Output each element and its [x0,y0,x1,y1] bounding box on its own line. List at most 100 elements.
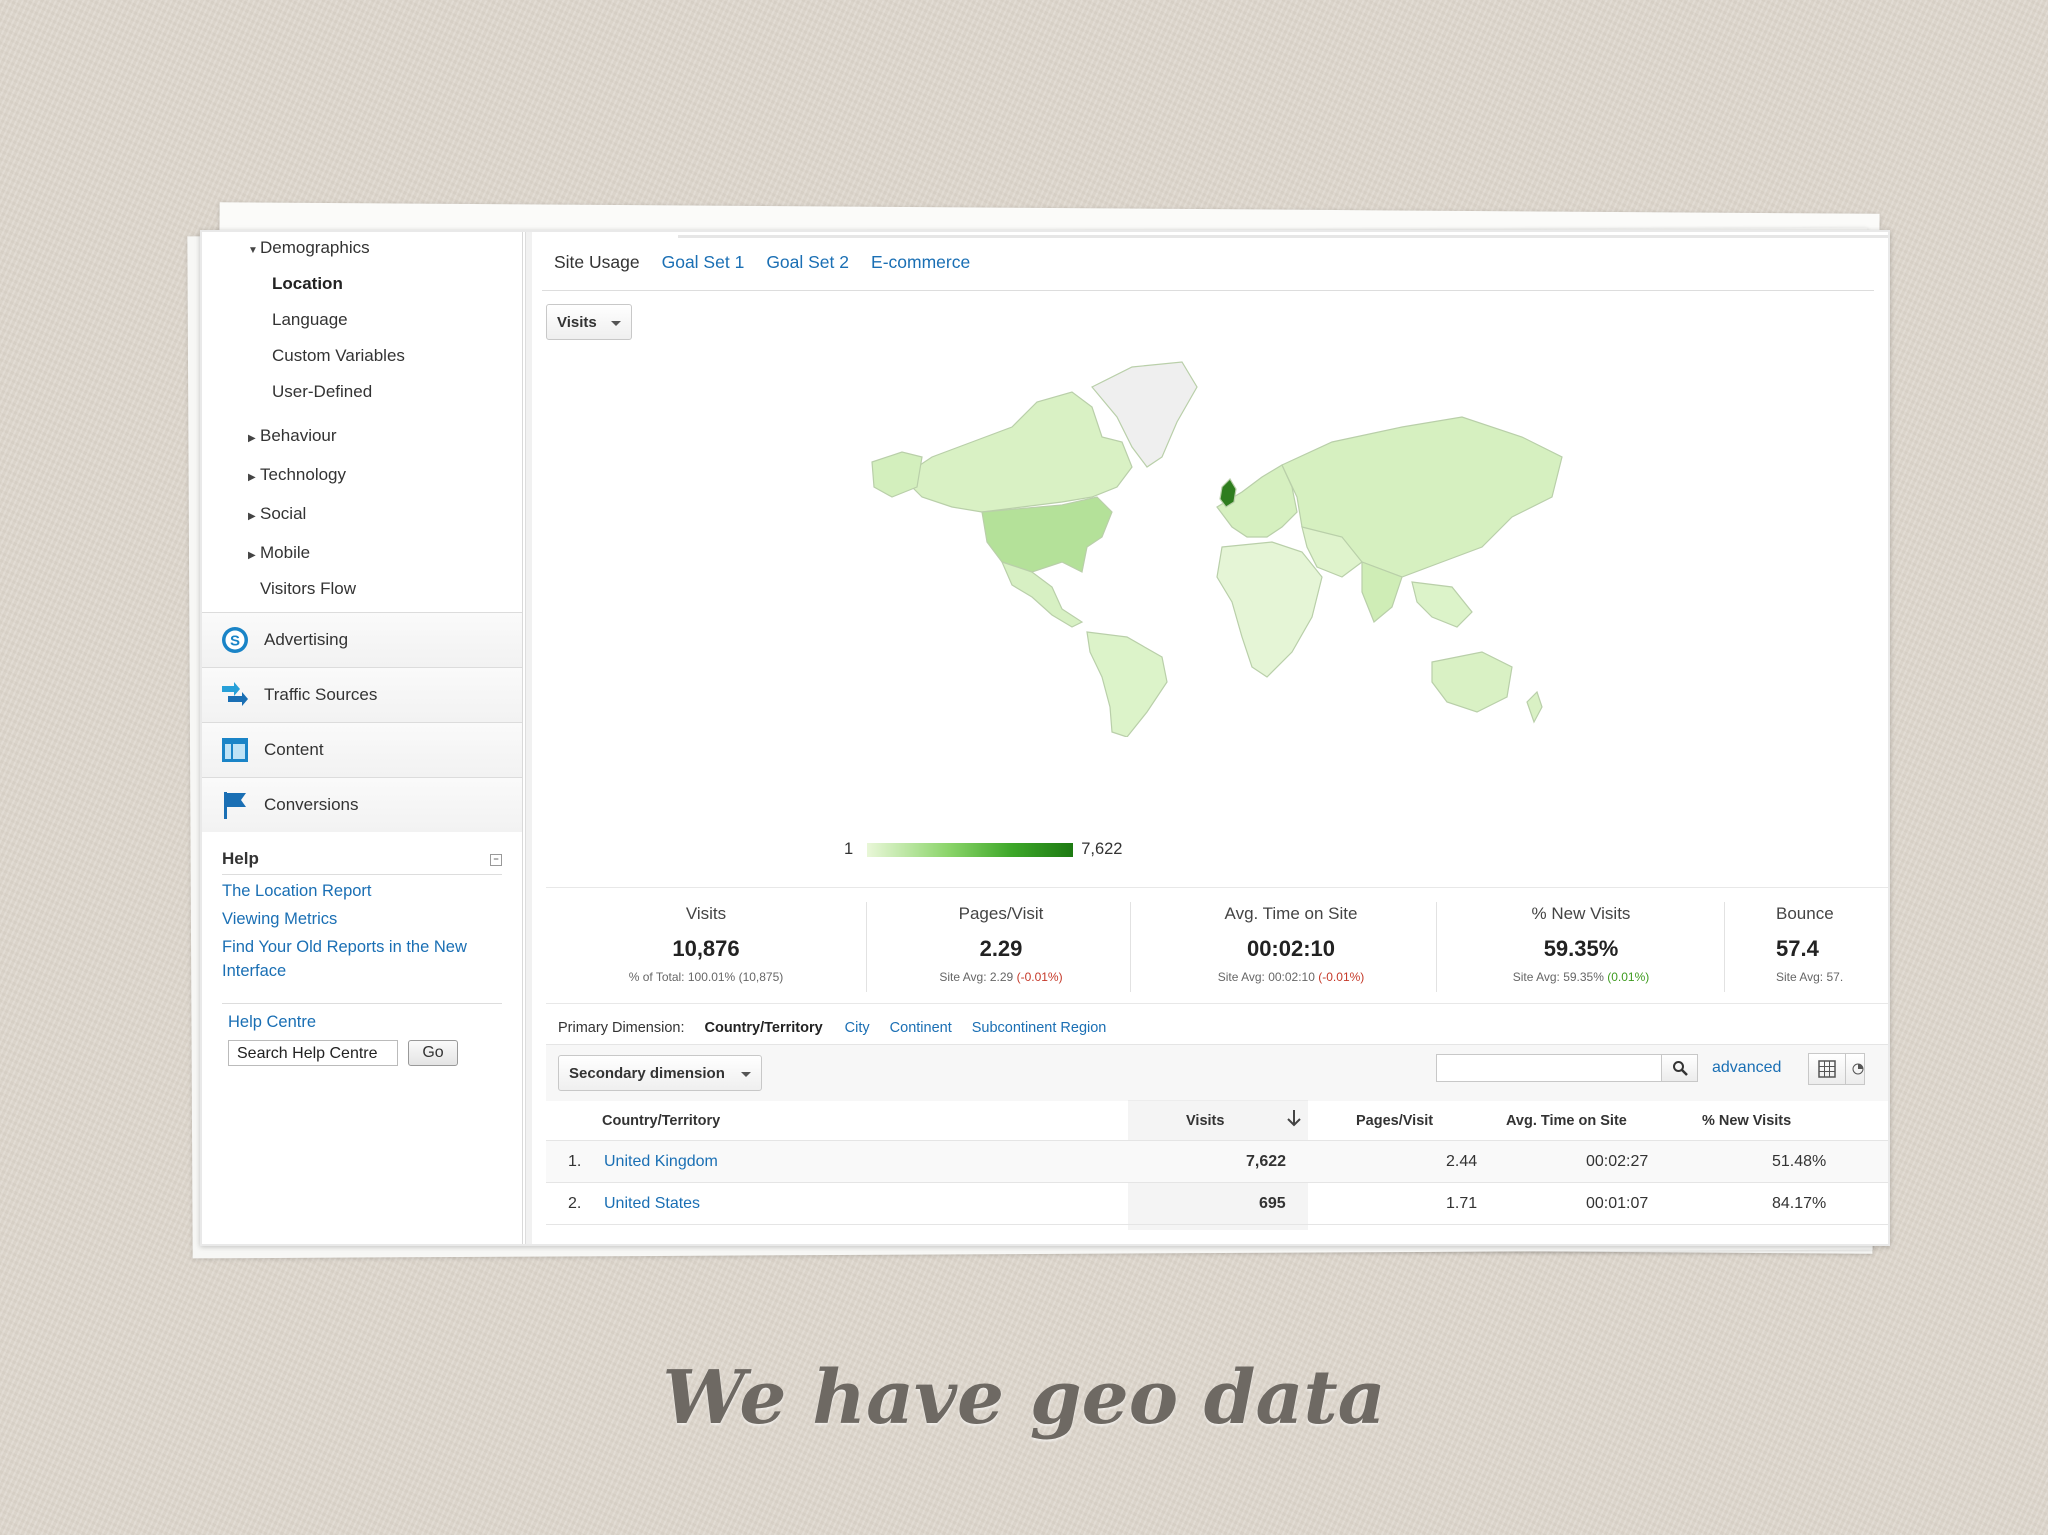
grid-icon [1818,1060,1836,1078]
scorecard-visits[interactable]: Visits 10,876 % of Total: 100.01% (10,87… [586,904,826,984]
scorecard-value: 00:02:10 [1246,936,1336,961]
row-avg-time: 00:01:07 [1586,1195,1649,1212]
help-search-input[interactable]: Search Help Centre [228,1040,398,1066]
sidebar-item-demographics[interactable]: ▼ Demographics [248,236,370,260]
row-rank: 2. [568,1195,582,1212]
tab-site-usage[interactable]: Site Usage [554,252,640,273]
col-header-avg-time[interactable]: Avg. Time on Site [1506,1113,1627,1129]
scorecard-sub-prefix: % of Total: 100.01% [628,970,736,984]
sidebar-item-behaviour[interactable]: ▶ Behaviour [248,424,337,448]
scorecard-sub-prefix: Site Avg: 59.35% [1512,970,1604,984]
row-pages-visit: 1.71 [1446,1195,1478,1212]
help-search-go-button[interactable]: Go [408,1040,458,1066]
tabs-divider [542,290,1874,291]
slide-caption: We have geo data [662,1355,1386,1441]
dropdown-label: Visits [557,314,597,331]
sidebar-item-language[interactable]: Language [272,308,348,332]
sidebar-section-advertising[interactable]: S Advertising [202,612,522,667]
sidebar-item-location[interactable]: Location [272,272,343,296]
col-header-country[interactable]: Country/Territory [602,1113,720,1129]
svg-text:S: S [230,633,240,650]
sort-desc-arrow-icon[interactable] [1286,1109,1302,1131]
sidebar-item-social[interactable]: ▶ Social [248,502,306,526]
scorecard-bar: Visits 10,876 % of Total: 100.01% (10,87… [546,887,1888,1004]
scorecard-sub: % of Total: 100.01% (10,875) [586,970,826,984]
tab-goal-set-2[interactable]: Goal Set 2 [766,252,849,273]
scorecard-sub-prefix: Site Avg: 57. [1776,970,1844,984]
col-header-pages-visit[interactable]: Pages/Visit [1356,1113,1433,1129]
dimension-link-city[interactable]: City [845,1020,870,1036]
triangle-right-icon: ▶ [248,511,256,522]
map-metric-dropdown[interactable]: Visits [546,304,632,340]
traffic-arrows-icon [220,680,250,710]
advanced-filter-link[interactable]: advanced [1712,1059,1781,1077]
sidebar-section-conversions[interactable]: Conversions [202,777,522,832]
table-row-partial [546,1224,1888,1244]
dimension-link-continent[interactable]: Continent [890,1020,952,1036]
sidebar-section-content[interactable]: Content [202,722,522,777]
scorecard-value: 59.35% [1543,936,1619,961]
map-legend: 1 7,622 [844,840,1122,859]
pie-icon [1852,1063,1864,1075]
triangle-right-icon: ▶ [248,433,256,444]
scorecard-title: Pages/Visit [958,904,1044,923]
table-filter-input[interactable] [1436,1054,1662,1082]
map-region-uk [1219,478,1237,508]
sidebar-section-traffic-sources[interactable]: Traffic Sources [202,667,522,722]
scorecard-value: 2.29 [979,936,1023,961]
world-map[interactable] [862,347,1692,737]
scorecard-bounce[interactable]: Bounce 57.4 Site Avg: 57. [1776,904,1888,984]
sidebar-splitter[interactable] [525,232,532,1244]
help-centre-block: Help Centre [222,1003,502,1034]
help-link-location-report[interactable]: The Location Report [222,879,502,903]
scorecard-sub-prefix: Site Avg: 00:02:10 [1217,970,1315,984]
tab-ecommerce[interactable]: E-commerce [871,252,970,273]
scorecard-avg-time[interactable]: Avg. Time on Site 00:02:10 Site Avg: 00:… [1146,904,1436,984]
row-country-link[interactable]: United Kingdom [604,1153,718,1171]
scorecard-sub: Site Avg: 2.29 (-0.01%) [876,970,1126,984]
explorer-tabs: Site Usage Goal Set 1 Goal Set 2 E-comme… [554,252,992,273]
col-header-new-visits[interactable]: % New Visits [1702,1113,1791,1129]
sidebar-item-technology[interactable]: ▶ Technology [248,463,346,487]
search-icon [1672,1061,1688,1076]
sidebar-item-label: Behaviour [260,426,337,445]
sidebar-item-user-defined[interactable]: User-Defined [272,380,372,404]
scorecard-sub-delta: (-0.01%) [1016,970,1063,984]
sidebar-item-visitors-flow[interactable]: Visitors Flow [260,577,356,601]
scorecard-title: Avg. Time on Site [1224,904,1358,923]
help-header: Help − [222,844,502,875]
scorecard-new-visits[interactable]: % New Visits 59.35% Site Avg: 59.35% (0.… [1446,904,1716,984]
map-region-australia [1431,651,1513,713]
collapse-icon[interactable]: − [490,854,502,866]
table-filter-button[interactable] [1662,1054,1698,1082]
row-visits: 7,622 [1246,1153,1287,1170]
triangle-down-icon: ▼ [248,245,258,256]
scorecard-sub-prefix: Site Avg: 2.29 [939,970,1014,984]
tab-goal-set-1[interactable]: Goal Set 1 [662,252,745,273]
help-centre-link[interactable]: Help Centre [228,1010,502,1034]
scorecard-separator [1724,902,1725,992]
secondary-dimension-dropdown[interactable]: Secondary dimension [558,1055,762,1091]
scorecard-value: 57.4 [1776,936,1819,961]
scorecard-sub-delta: (10,875) [738,970,784,984]
scorecard-value: 10,876 [672,936,740,961]
sidebar-item-custom-variables[interactable]: Custom Variables [272,344,405,368]
scorecard-separator [866,902,867,992]
sidebar-item-label: Social [260,504,307,523]
help-link-old-reports[interactable]: Find Your Old Reports in the New Interfa… [222,935,502,983]
sidebar-item-mobile[interactable]: ▶ Mobile [248,541,310,565]
pie-view-button[interactable] [1845,1053,1865,1085]
col-header-visits[interactable]: Visits [1186,1113,1224,1129]
help-link-viewing-metrics[interactable]: Viewing Metrics [222,907,502,931]
dimension-link-subcontinent[interactable]: Subcontinent Region [972,1020,1107,1036]
scorecard-pages-visit[interactable]: Pages/Visit 2.29 Site Avg: 2.29 (-0.01%) [876,904,1126,984]
table-view-button[interactable] [1808,1053,1846,1085]
row-avg-time: 00:02:27 [1586,1153,1649,1170]
scorecard-sub-delta: (-0.01%) [1318,970,1365,984]
row-country-link[interactable]: United States [604,1195,700,1213]
table-row: 2. United States 695 1.71 00:01:07 84.17… [546,1182,1888,1224]
sidebar-item-label: Mobile [260,543,311,562]
table-row: 1. United Kingdom 7,622 2.44 00:02:27 51… [546,1140,1888,1182]
primary-dimension-bar: Primary Dimension: Country/Territory Cit… [558,1020,1126,1036]
dollar-icon: S [220,625,250,655]
